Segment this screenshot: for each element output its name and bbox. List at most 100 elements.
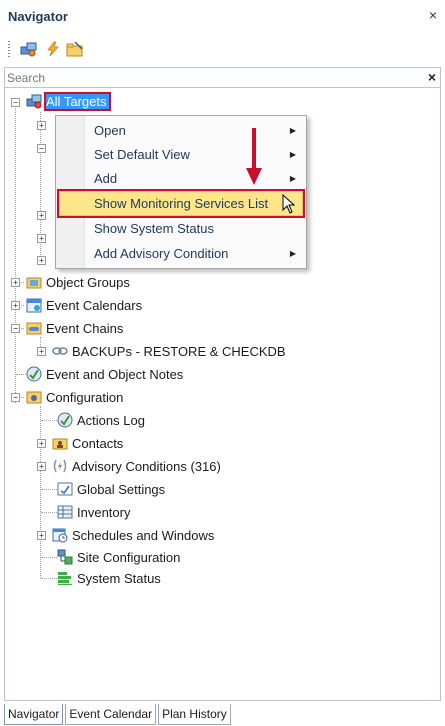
- menu-item-add[interactable]: Add ▶: [56, 166, 306, 191]
- tree-item-actions-log[interactable]: Actions Log: [57, 410, 145, 430]
- pane-title: Navigator: [8, 9, 68, 24]
- event-chains-icon: [26, 320, 42, 336]
- tree-item-advisory-conditions[interactable]: Advisory Conditions (316): [52, 456, 221, 476]
- tree-expander[interactable]: +: [37, 439, 46, 448]
- submenu-arrow-icon: ▶: [289, 126, 296, 135]
- tree-item-label: Configuration: [46, 389, 124, 405]
- tree-item-event-calendars[interactable]: Event Calendars: [26, 295, 142, 315]
- lightning-icon[interactable]: [42, 38, 64, 60]
- tree-line: [41, 420, 57, 421]
- menu-item-add-advisory-condition[interactable]: Add Advisory Condition ▶: [56, 241, 306, 266]
- calendar-icon: [26, 297, 42, 313]
- tree-item-configuration[interactable]: Configuration: [26, 387, 123, 407]
- tab-label: Event Calendar: [69, 707, 153, 721]
- tab-label: Navigator: [8, 707, 60, 721]
- tree-expander[interactable]: −: [11, 98, 20, 107]
- menu-item-show-system-status[interactable]: Show System Status: [56, 216, 306, 241]
- tree-expander[interactable]: +: [11, 301, 20, 310]
- tree-expander[interactable]: +: [37, 462, 46, 471]
- tree-item-label: Site Configuration: [77, 549, 181, 565]
- menu-item-open[interactable]: Open ▶: [56, 118, 306, 143]
- tree-expander[interactable]: +: [37, 347, 46, 356]
- tree-expander[interactable]: +: [37, 256, 46, 265]
- annotation-arrow-icon: [246, 128, 262, 189]
- configuration-icon: [26, 389, 42, 405]
- tree-item-site-configuration[interactable]: Site Configuration: [57, 547, 180, 567]
- submenu-arrow-icon: ▶: [289, 150, 296, 159]
- tree-item-label: BACKUPs - RESTORE & CHECKDB: [72, 343, 286, 359]
- mouse-cursor-icon: [282, 193, 296, 217]
- tree-expander[interactable]: −: [11, 393, 20, 402]
- tab-plan-history[interactable]: Plan History: [158, 704, 231, 725]
- search-input[interactable]: [5, 68, 417, 87]
- menu-item-label: Show Monitoring Services List: [94, 196, 269, 211]
- actions-log-icon: [57, 412, 73, 428]
- context-menu: Open ▶ Set Default View ▶ Add ▶ Show Mon…: [55, 115, 307, 269]
- site-configuration-icon: [57, 549, 73, 565]
- tree-item-event-chains[interactable]: Event Chains: [26, 318, 123, 338]
- tree-expander[interactable]: −: [37, 144, 46, 153]
- global-settings-icon: [57, 481, 73, 497]
- search-clear-icon[interactable]: ×: [428, 69, 436, 85]
- tree-item-schedules[interactable]: Schedules and Windows: [52, 525, 214, 545]
- tree-item-label: Object Groups: [46, 274, 130, 290]
- submenu-arrow-icon: ▶: [289, 174, 296, 183]
- folder-note-icon[interactable]: [64, 38, 86, 60]
- tree-expander[interactable]: +: [37, 121, 46, 130]
- tree-expander[interactable]: +: [37, 211, 46, 220]
- contacts-icon: [52, 435, 68, 451]
- tree-item-event-notes[interactable]: Event and Object Notes: [26, 364, 183, 384]
- tree-item-system-status[interactable]: System Status: [57, 568, 161, 588]
- tree-item-contacts[interactable]: Contacts: [52, 433, 123, 453]
- menu-item-label: Set Default View: [94, 147, 190, 162]
- menu-item-label: Add: [94, 171, 118, 186]
- search-box: ×: [4, 67, 441, 88]
- tree-item-object-groups[interactable]: Object Groups: [26, 272, 130, 292]
- tree-item-label: System Status: [77, 570, 161, 586]
- tree-line: [41, 489, 57, 490]
- tree-item-label: Event Calendars: [46, 297, 143, 313]
- inventory-icon: [57, 504, 73, 520]
- tree-item-global-settings[interactable]: Global Settings: [57, 479, 165, 499]
- tree-item-label: Advisory Conditions (316): [72, 458, 221, 474]
- menu-item-set-default-view[interactable]: Set Default View ▶: [56, 142, 306, 167]
- tab-event-calendar[interactable]: Event Calendar: [65, 704, 157, 725]
- tree-item-label: Actions Log: [77, 412, 145, 428]
- tree-item-label: Contacts: [72, 435, 124, 451]
- chain-icon: [52, 343, 68, 359]
- menu-item-show-monitoring-services-list[interactable]: Show Monitoring Services List: [57, 189, 305, 218]
- tree-item-inventory[interactable]: Inventory: [57, 502, 130, 522]
- advisory-icon: [52, 458, 68, 474]
- tree-root-label: All Targets: [43, 91, 112, 111]
- pane-title-bar: Navigator ×: [0, 0, 445, 32]
- targets-icon[interactable]: [18, 38, 40, 60]
- tab-navigator[interactable]: Navigator: [4, 704, 64, 725]
- tree-line: [41, 557, 57, 558]
- tree-line: [15, 108, 16, 403]
- tab-label: Plan History: [162, 707, 227, 721]
- tree-expander[interactable]: +: [11, 278, 20, 287]
- pane-close-icon[interactable]: ×: [429, 7, 437, 23]
- all-targets-icon: [26, 93, 42, 109]
- object-groups-icon: [26, 274, 42, 290]
- tree-item-label: Schedules and Windows: [72, 527, 215, 543]
- tree-line: [41, 512, 57, 513]
- bottom-tab-strip: Navigator Event Calendar Plan History: [4, 704, 233, 726]
- menu-item-label: Open: [94, 123, 126, 138]
- tree-expander[interactable]: +: [37, 531, 46, 540]
- tree-item-label: Global Settings: [77, 481, 166, 497]
- tree-item-label: Inventory: [77, 504, 131, 520]
- tree-expander[interactable]: +: [37, 234, 46, 243]
- tree-item-label: Event and Object Notes: [46, 366, 184, 382]
- toolbar-grip[interactable]: [8, 41, 10, 57]
- tree-line: [40, 406, 41, 578]
- tree-item-label: Event Chains: [46, 320, 124, 336]
- tree-root-all-targets[interactable]: All Targets: [26, 91, 112, 111]
- notes-icon: [26, 366, 42, 382]
- tree-item-backups-chain[interactable]: BACKUPs - RESTORE & CHECKDB: [52, 341, 286, 361]
- menu-item-label: Add Advisory Condition: [94, 246, 229, 261]
- menu-item-label: Show System Status: [94, 221, 214, 236]
- submenu-arrow-icon: ▶: [289, 249, 296, 258]
- system-status-icon: [57, 570, 73, 586]
- tree-expander[interactable]: −: [11, 324, 20, 333]
